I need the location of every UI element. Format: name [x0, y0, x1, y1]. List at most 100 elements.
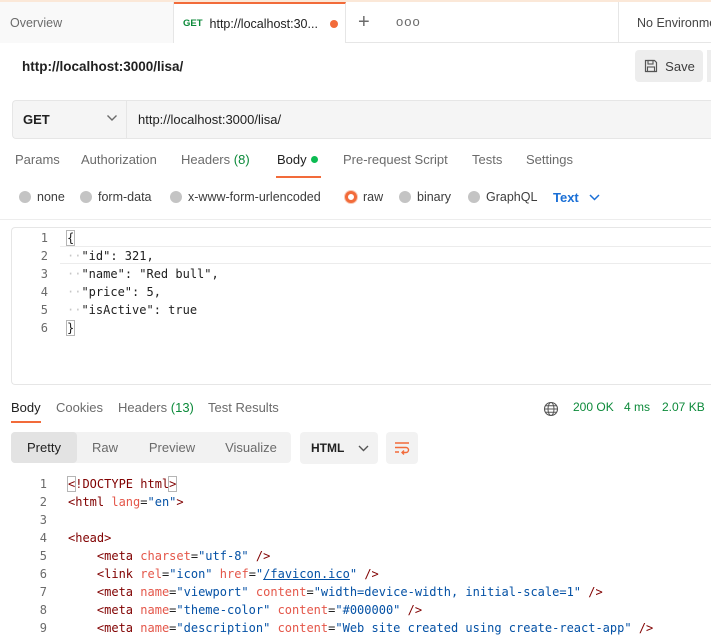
radio-circle-icon: [19, 191, 31, 203]
radio-form-data[interactable]: form-data: [80, 190, 152, 204]
method-select[interactable]: GET: [13, 101, 127, 138]
globe-icon[interactable]: [543, 401, 559, 417]
new-tab-plus-icon[interactable]: +: [358, 12, 370, 32]
unsaved-dot-icon: [329, 19, 338, 28]
active-tab-underline: [276, 176, 321, 178]
radio-graphql[interactable]: GraphQL: [468, 190, 537, 204]
tab-prerequest-script[interactable]: Pre-request Script: [343, 152, 448, 167]
chevron-down-icon: [358, 445, 369, 451]
tab-overview[interactable]: Overview: [0, 2, 174, 43]
radio-binary[interactable]: binary: [399, 190, 451, 204]
radio-urlencoded[interactable]: x-www-form-urlencoded: [170, 190, 321, 204]
view-visualize[interactable]: Visualize: [211, 432, 291, 463]
radio-none-label: none: [37, 190, 65, 204]
line-number: 2: [39, 495, 47, 509]
tab-method-label: GET: [183, 18, 203, 29]
tab-test-results[interactable]: Test Results: [208, 400, 279, 415]
wrap-lines-icon: [395, 442, 410, 455]
top-tab-bar: Overview GET http://localhost:30... + oo…: [0, 0, 711, 43]
tab-request-label: http://localhost:30...: [209, 16, 318, 31]
tab-settings[interactable]: Settings: [526, 152, 573, 167]
headers-count: (8): [233, 152, 250, 167]
radio-raw[interactable]: raw: [345, 190, 383, 204]
chevron-down-icon: [589, 194, 600, 201]
radio-none[interactable]: none: [19, 190, 65, 204]
radio-selected-icon: [345, 191, 357, 203]
divider: [0, 219, 711, 220]
response-code-line: <!DOCTYPE html>: [66, 476, 178, 492]
tab-response-body[interactable]: Body: [11, 400, 41, 415]
environment-label: No Environment: [637, 15, 711, 30]
tab-headers[interactable]: Headers (8): [181, 152, 250, 167]
save-button[interactable]: Save: [635, 50, 703, 82]
response-code-line: <meta name="theme-color" content="#00000…: [96, 603, 423, 617]
method-label: GET: [23, 112, 50, 127]
url-input[interactable]: http://localhost:3000/lisa/: [138, 112, 281, 127]
tab-body[interactable]: Body: [277, 152, 318, 167]
tab-response-headers-label: Headers: [118, 400, 168, 415]
tab-headers-label: Headers: [181, 152, 231, 167]
code-line: }: [65, 320, 76, 336]
tab-tests[interactable]: Tests: [472, 152, 502, 167]
environment-selector[interactable]: No Environment: [618, 2, 711, 43]
line-number: 4: [39, 531, 47, 545]
status-code[interactable]: 200 OK: [573, 400, 614, 414]
json-key: "price": [81, 285, 133, 299]
raw-format-select[interactable]: Text: [553, 190, 600, 205]
tab-response-headers[interactable]: Headers (13): [118, 400, 194, 415]
radio-raw-label: raw: [363, 190, 384, 204]
response-code-line: <meta charset="utf-8" />: [96, 549, 271, 563]
tab-body-label: Body: [277, 152, 307, 167]
response-format-label: HTML: [311, 441, 345, 455]
response-time[interactable]: 4 ms: [624, 400, 650, 414]
wrap-lines-button[interactable]: [386, 432, 418, 464]
response-view-toggle: Pretty Raw Preview Visualize: [11, 432, 291, 463]
request-title[interactable]: http://localhost:3000/lisa/: [22, 59, 183, 74]
line-number: 1: [40, 231, 48, 245]
radio-urlencoded-label: x-www-form-urlencoded: [188, 190, 321, 204]
json-value: : true: [153, 303, 198, 317]
chevron-down-icon: [107, 115, 117, 121]
view-pretty[interactable]: Pretty: [11, 432, 77, 463]
radio-circle-icon: [399, 191, 411, 203]
code-line: {: [65, 230, 76, 246]
line-number: 2: [40, 249, 48, 263]
view-raw[interactable]: Raw: [77, 432, 133, 463]
line-number: 7: [39, 585, 47, 599]
line-number: 1: [39, 477, 47, 491]
raw-format-label: Text: [553, 190, 579, 205]
save-dropdown-button[interactable]: [707, 50, 711, 82]
json-value: : 5,: [132, 285, 161, 299]
tab-request-active[interactable]: GET http://localhost:30...: [174, 2, 346, 43]
code-line: ··"name": "Red bull",: [67, 267, 219, 281]
response-size[interactable]: 2.07 KB: [662, 400, 705, 414]
request-tabs: Params Authorization Headers (8) Body Pr…: [0, 152, 711, 174]
response-headers-count: (13): [170, 400, 194, 415]
json-key: "name": [81, 267, 125, 281]
response-code-line: <html lang="en">: [68, 495, 184, 509]
radio-graphql-label: GraphQL: [486, 190, 538, 204]
response-code-line: <meta name="viewport" content="width=dev…: [96, 585, 603, 599]
line-number: 3: [39, 513, 47, 527]
active-response-tab-underline: [11, 421, 41, 423]
response-code-line: <head>: [68, 531, 112, 545]
line-number: 5: [39, 549, 47, 563]
more-tabs-icon[interactable]: ooo: [396, 14, 421, 29]
code-line: ··"isActive": true: [67, 303, 198, 317]
line-number: 3: [40, 267, 48, 281]
tab-authorization[interactable]: Authorization: [81, 152, 157, 167]
line-number: 9: [39, 621, 47, 635]
tab-cookies[interactable]: Cookies: [56, 400, 103, 415]
code-line: ··"id": 321,: [67, 249, 154, 263]
json-value: : 321,: [110, 249, 154, 263]
json-value: : "Red bull",: [124, 267, 219, 281]
tab-params[interactable]: Params: [15, 152, 60, 167]
radio-form-data-label: form-data: [98, 190, 152, 204]
response-format-select[interactable]: HTML: [300, 432, 378, 464]
url-bar: GET http://localhost:3000/lisa/: [12, 100, 711, 139]
view-preview[interactable]: Preview: [133, 432, 211, 463]
save-button-label: Save: [665, 58, 695, 74]
response-tabs: Body Cookies Headers (13) Test Results 2…: [0, 400, 711, 420]
radio-circle-icon: [170, 191, 182, 203]
json-key: "id": [81, 249, 111, 263]
